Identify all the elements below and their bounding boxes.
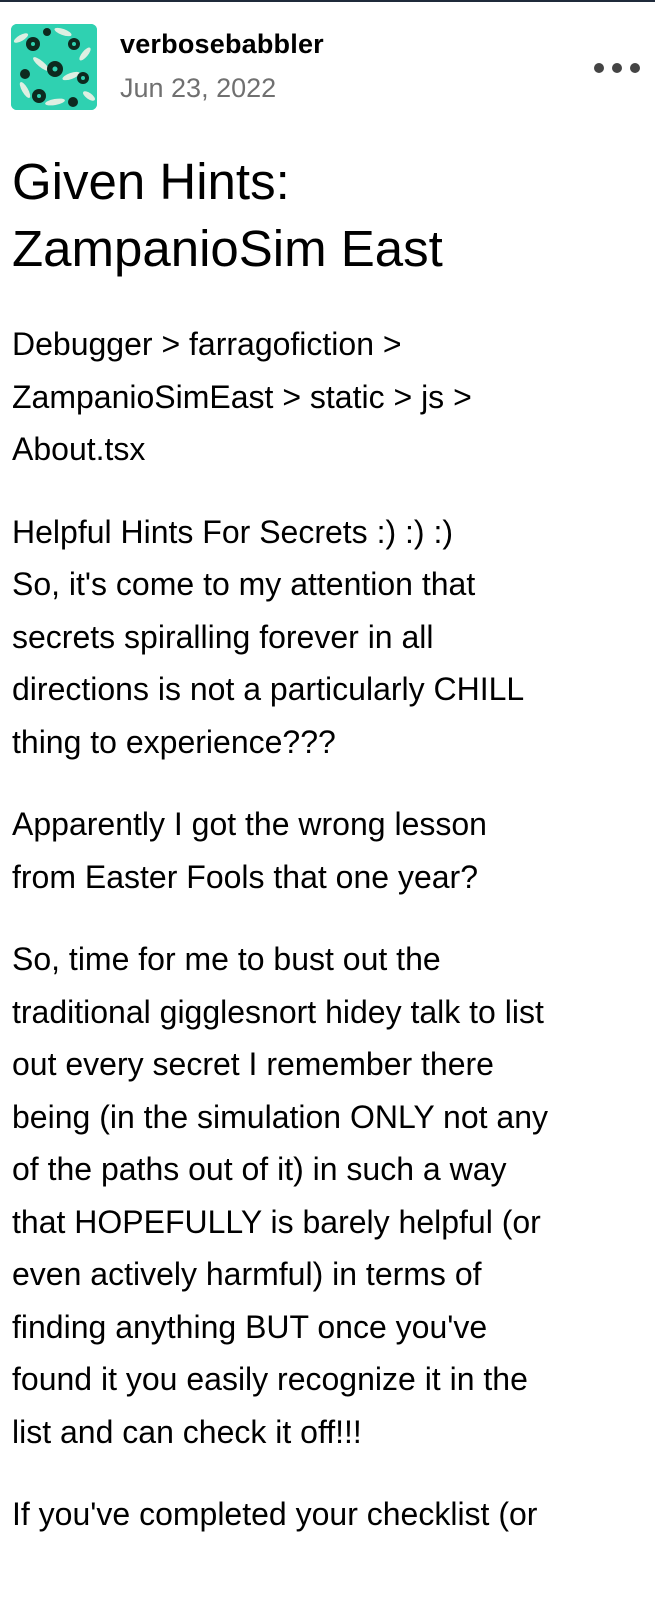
text-line: being (in the simulation ONLY not any <box>12 1098 549 1135</box>
file-path-paragraph: Debugger > farragofiction > ZampanioSimE… <box>12 318 644 476</box>
ellipsis-icon <box>594 63 604 73</box>
text-line: that HOPEFULLY is barely helpful (or <box>12 1203 541 1240</box>
text-line: out every secret I remember there <box>12 1046 494 1082</box>
text-line: If you've completed your checklist (or <box>12 1496 538 1532</box>
text-line: from Easter Fools that one year? <box>12 858 478 895</box>
text-line: Apparently I got the wrong lesson <box>12 806 487 842</box>
post-body: Given Hints: ZampanioSim East Debugger >… <box>12 148 644 1541</box>
text-line: directions is not a particularly CHILL <box>12 671 525 707</box>
bottom-fade <box>0 1567 655 1607</box>
title-line: Given Hints: <box>12 153 290 210</box>
ellipsis-icon <box>612 63 622 73</box>
avatar[interactable] <box>11 24 97 110</box>
body-paragraph: So, time for me to bust out the traditio… <box>12 933 644 1458</box>
text-line: secrets spiralling forever in all <box>12 618 434 655</box>
text-line: even actively harmful) in terms of <box>12 1256 482 1292</box>
body-paragraph: Apparently I got the wrong lesson from E… <box>12 798 644 903</box>
text-line: thing to experience??? <box>12 723 336 760</box>
body-paragraph: If you've completed your checklist (or <box>12 1488 644 1541</box>
text-line: Helpful Hints For Secrets :) :) :) <box>12 513 453 550</box>
text-line: of the paths out of it) in such a way <box>12 1151 507 1187</box>
post-date[interactable]: Jun 23, 2022 <box>120 73 276 104</box>
text-line: list and can check it off!!! <box>12 1413 362 1450</box>
username[interactable]: verbosebabbler <box>120 29 324 60</box>
post-header: verbosebabbler Jun 23, 2022 <box>0 0 655 118</box>
text-line: finding anything BUT once you've <box>12 1308 488 1345</box>
more-options-button[interactable] <box>594 55 642 81</box>
title-line: ZampanioSim East <box>12 220 443 277</box>
post-title: Given Hints: ZampanioSim East <box>12 148 644 282</box>
text-line: traditional gigglesnort hidey talk to li… <box>12 993 544 1030</box>
floral-pattern-icon <box>11 24 97 110</box>
text-line: Debugger > farragofiction > <box>12 326 402 362</box>
text-line: About.tsx <box>12 431 146 467</box>
text-line: So, it's come to my attention that <box>12 566 476 602</box>
ellipsis-icon <box>630 63 640 73</box>
text-line: found it you easily recognize it in the <box>12 1361 528 1397</box>
body-paragraph: Helpful Hints For Secrets :) :) :) So, i… <box>12 506 644 769</box>
text-line: So, time for me to bust out the <box>12 941 441 977</box>
text-line: ZampanioSimEast > static > js > <box>12 378 472 415</box>
